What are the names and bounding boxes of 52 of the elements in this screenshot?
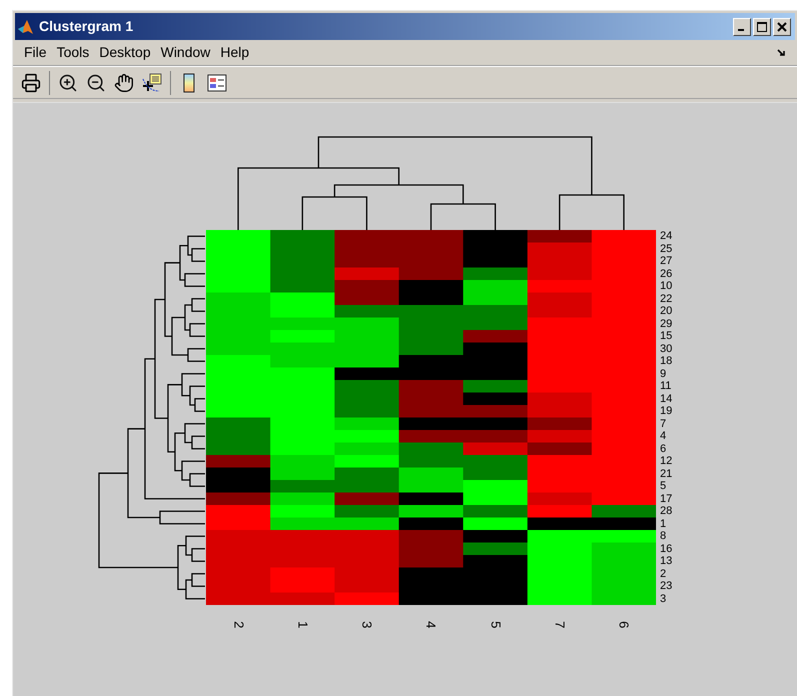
column-label: 5 (487, 621, 504, 628)
maximize-icon (757, 22, 767, 32)
column-label: 3 (358, 621, 376, 628)
row-label: 17 (660, 492, 672, 505)
row-label: 3 (660, 592, 668, 605)
row-label: 4 (660, 430, 668, 442)
row-label: 15 (660, 330, 672, 342)
row-label: 27 (660, 255, 672, 268)
row-label: 20 (660, 305, 672, 318)
row-label: 1 (660, 518, 668, 530)
row-label: 13 (660, 555, 672, 568)
row-label: 14 (660, 392, 672, 405)
row-label: 28 (660, 505, 672, 518)
minimize-icon (738, 28, 744, 30)
row-label: 9 (660, 368, 668, 380)
row-label: 18 (660, 355, 672, 368)
menu-item[interactable]: File (19, 42, 52, 63)
row-label: 8 (660, 530, 668, 542)
row-label: 5 (660, 480, 668, 492)
data-cursor-icon[interactable] (140, 70, 164, 94)
minimize-button[interactable] (733, 18, 751, 36)
close-button[interactable] (773, 18, 791, 36)
app-logo-icon (17, 18, 35, 36)
row-label: 2 (660, 568, 668, 580)
row-label: 24 (660, 230, 672, 242)
column-label: 6 (616, 621, 633, 628)
menu-item[interactable]: Window (156, 42, 216, 63)
row-label: 22 (660, 292, 672, 305)
window-title: Clustergram 1 (39, 17, 134, 36)
row-label: 11 (660, 380, 672, 392)
column-label: 4 (422, 621, 440, 628)
close-icon (777, 22, 787, 32)
row-label: 21 (660, 468, 672, 480)
row-label: 23 (660, 580, 672, 592)
column-label: 2 (230, 621, 247, 628)
row-label: 16 (660, 542, 672, 555)
column-label: 7 (551, 621, 568, 628)
menu-item[interactable]: Tools (52, 42, 94, 63)
menu-item[interactable]: Help (215, 42, 254, 63)
column-label: 1 (294, 621, 312, 628)
row-label: 19 (660, 405, 672, 418)
row-label: 30 (660, 342, 672, 355)
row-label: 12 (660, 455, 672, 468)
row-label: 29 (660, 318, 672, 330)
menu-item[interactable]: Desktop (94, 42, 156, 63)
maximize-button[interactable] (753, 18, 771, 36)
row-label: 25 (660, 242, 672, 255)
row-label: 26 (660, 268, 672, 280)
row-label: 6 (660, 442, 668, 455)
row-label: 7 (660, 418, 668, 430)
dock-arrow-icon[interactable] (777, 48, 787, 58)
row-label: 10 (660, 280, 672, 292)
